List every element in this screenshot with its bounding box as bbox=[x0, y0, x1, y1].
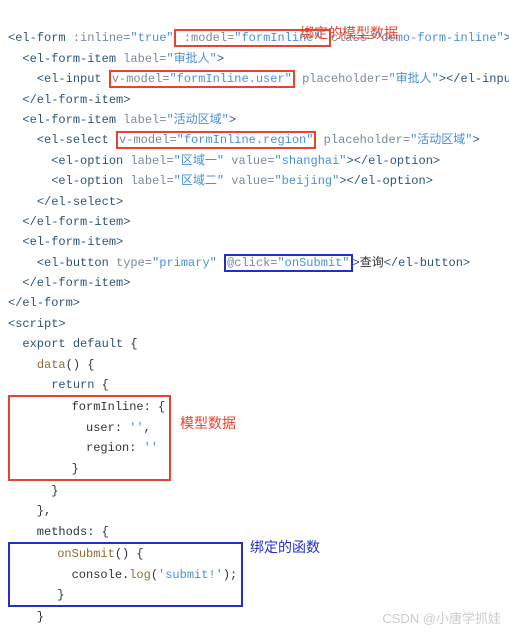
highlight-forminline-data: formInline: { user: '', region: '' } bbox=[8, 395, 171, 481]
highlight-onsubmit-fn: onSubmit() { console.log('submit!'); } bbox=[8, 542, 243, 607]
highlight-vmodel-user: v-model="formInline.user" bbox=[109, 70, 295, 88]
annotation-model-data: 模型数据 bbox=[180, 412, 236, 436]
annotation-bound-function: 绑定的函数 bbox=[250, 536, 320, 560]
highlight-click: @click="onSubmit" bbox=[224, 254, 352, 272]
code-block: <el-form :inline="true" :model="formInli… bbox=[8, 8, 501, 628]
watermark: CSDN @小唐学抓娃 bbox=[382, 608, 501, 630]
annotation-bound-model-data: 绑定的模型数据 bbox=[300, 22, 398, 46]
highlight-vmodel-region: v-model="formInline.region" bbox=[116, 131, 316, 149]
